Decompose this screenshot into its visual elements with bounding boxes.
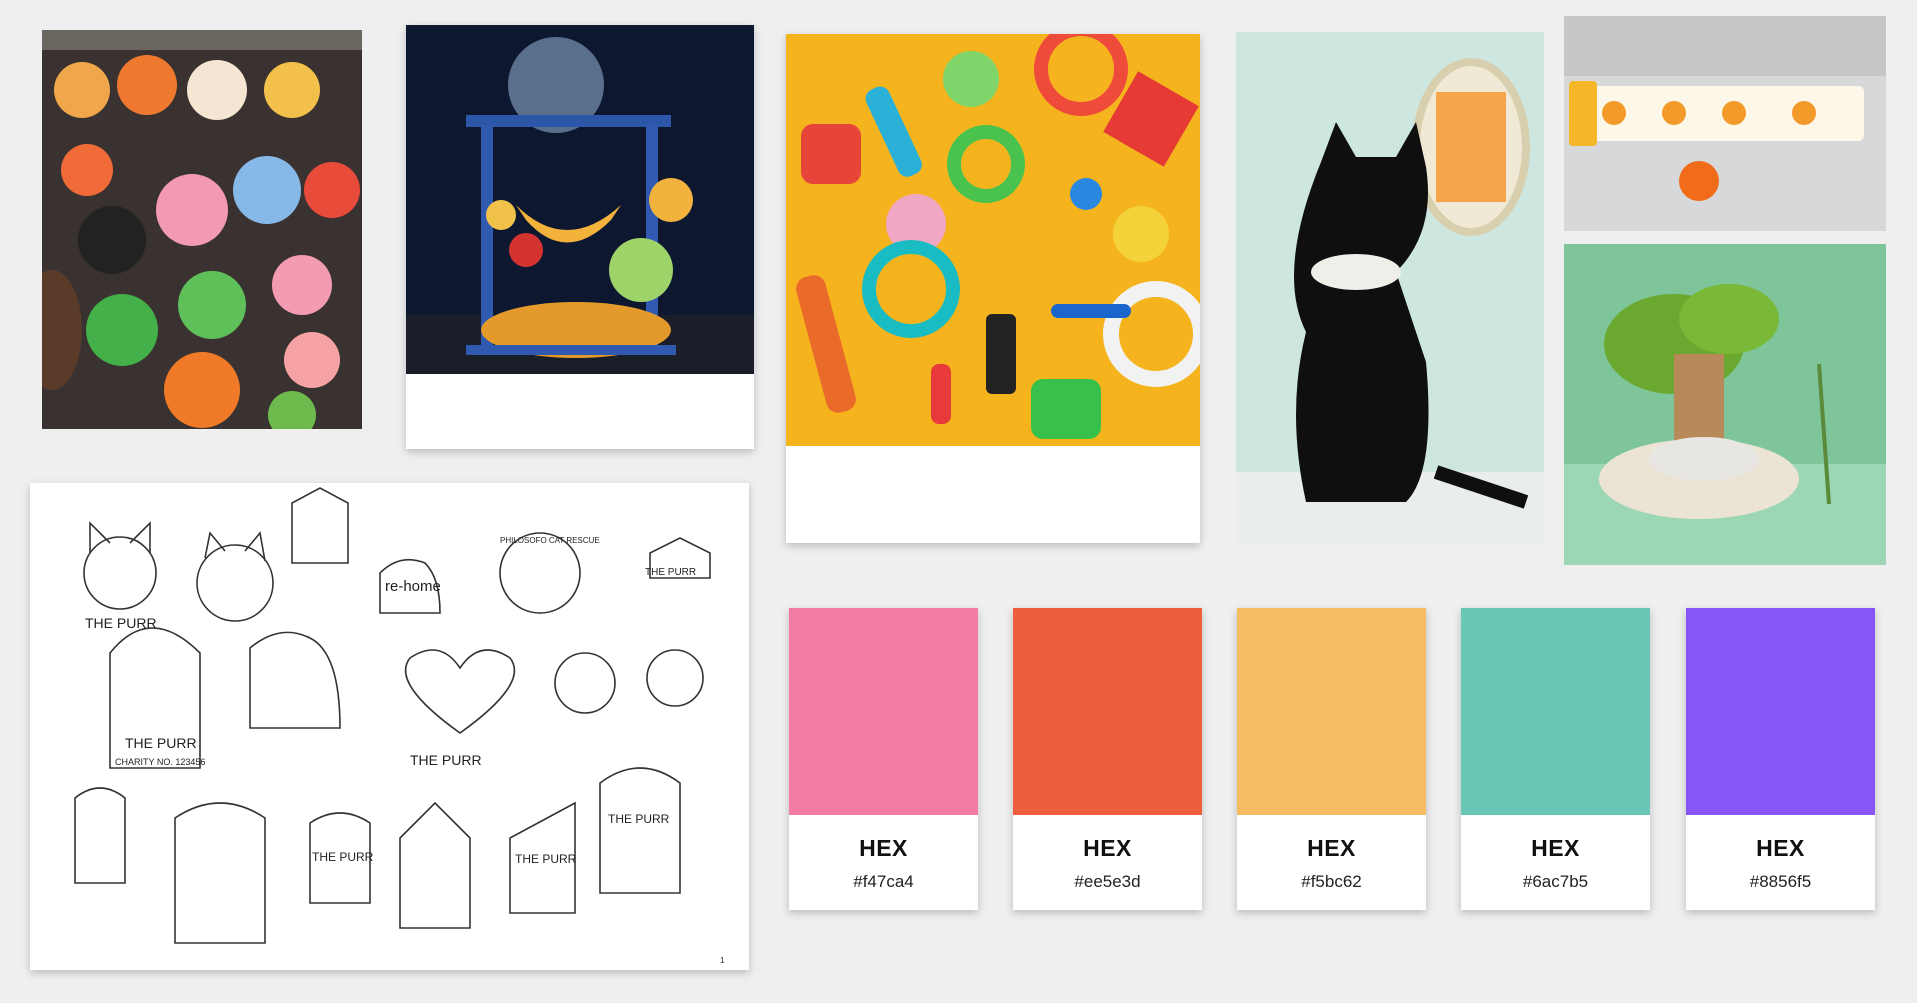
sketch-brand-text-5: THE PURR (312, 850, 374, 864)
swatch-hex-value: #ee5e3d (1074, 872, 1141, 891)
space-cat-tree-card (406, 25, 754, 449)
swatch-color-chip (1237, 608, 1426, 815)
sketch-rescue-text: PHILOSOFO CAT RESCUE (500, 536, 600, 545)
black-cat-photo (1236, 32, 1544, 543)
sketch-brand-text-4: THE PURR (410, 752, 482, 768)
swatch-hex-value: #f47ca4 (853, 872, 914, 891)
sketch-brand-text-6: THE PURR (515, 852, 577, 866)
space-cat-tree-photo (406, 25, 754, 374)
swatch-hex-value: #f5bc62 (1301, 872, 1362, 891)
palette-swatch-teal: HEX #6ac7b5 (1461, 608, 1650, 910)
swatch-hex-label: HEX (1083, 835, 1132, 861)
dog-toys-card (786, 34, 1200, 543)
palette-swatch-yellow: HEX #f5bc62 (1237, 608, 1426, 910)
swatch-hex-label: HEX (859, 835, 908, 861)
orange-collar-photo (1564, 16, 1886, 231)
palette-swatch-pink: HEX #f47ca4 (789, 608, 978, 910)
swatch-hex-label: HEX (1307, 835, 1356, 861)
sketch-brand-text-2: THE PURR (125, 735, 197, 751)
ceramic-pet-toys-photo (42, 30, 362, 429)
sketch-brand-text-3: THE PURR (645, 567, 696, 578)
logo-sketch-sheet: THE PURR THE PURR CHARITY NO. 123456 re-… (30, 483, 749, 970)
sketch-charity-text: CHARITY NO. 123456 (115, 757, 205, 767)
sketch-brand-text-7: THE PURR (608, 812, 670, 826)
swatch-hex-value: #8856f5 (1749, 872, 1812, 891)
swatch-color-chip (1686, 608, 1875, 815)
sketch-rehome-text: re-home (385, 578, 441, 595)
swatch-hex-label: HEX (1756, 835, 1805, 861)
dog-toys-flatlay-photo (786, 34, 1200, 446)
bonsai-cat-bed-photo (1564, 244, 1886, 565)
swatch-hex-label: HEX (1531, 835, 1580, 861)
palette-swatch-orange: HEX #ee5e3d (1013, 608, 1202, 910)
sketch-page-number: 1 (720, 956, 725, 965)
swatch-color-chip (1461, 608, 1650, 815)
swatch-color-chip (1013, 608, 1202, 815)
swatch-color-chip (789, 608, 978, 815)
palette-swatch-purple: HEX #8856f5 (1686, 608, 1875, 910)
sketch-brand-text-1: THE PURR (85, 615, 157, 631)
swatch-hex-value: #6ac7b5 (1522, 872, 1589, 891)
